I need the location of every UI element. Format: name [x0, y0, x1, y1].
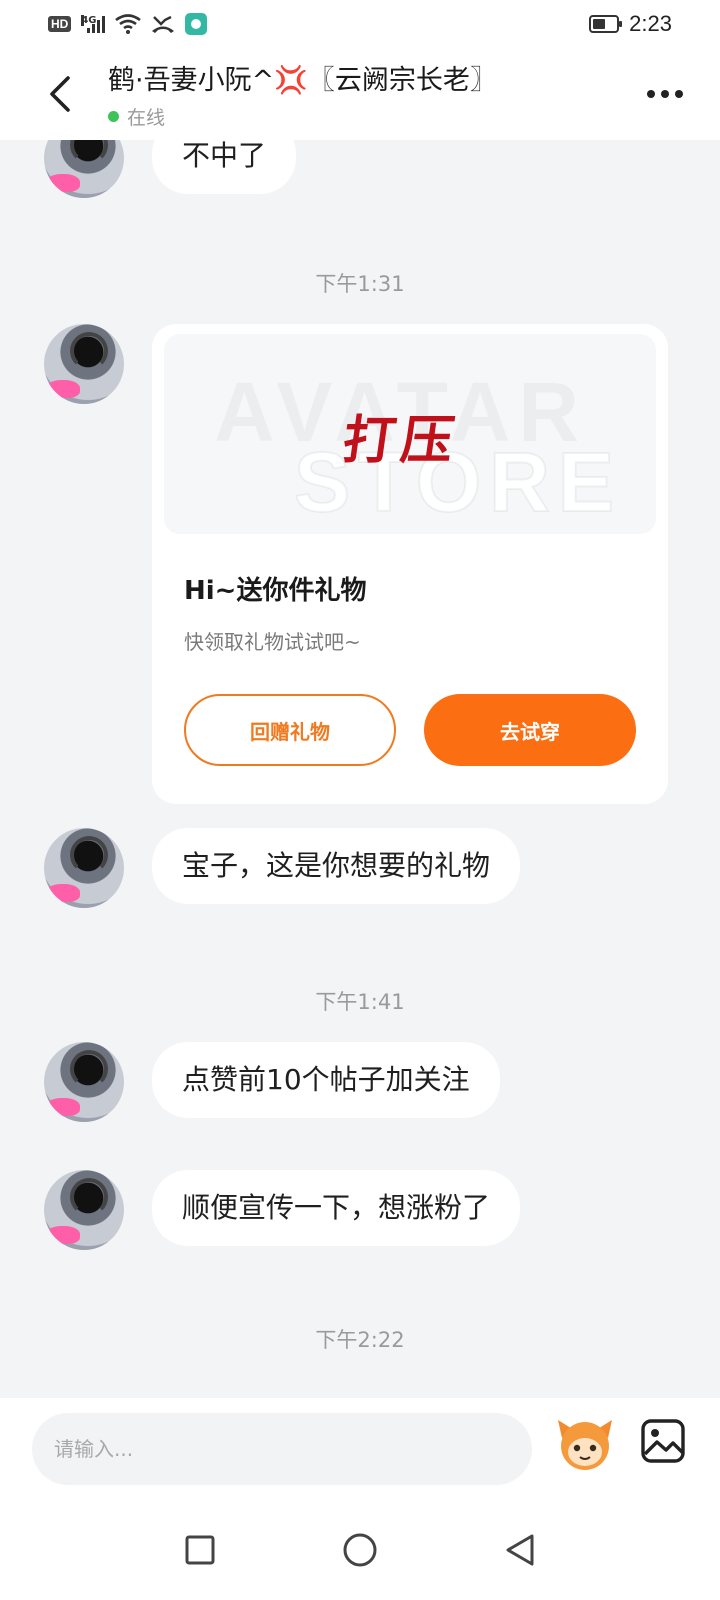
- chat-messages[interactable]: 不中了 下午1:31 AVATAR STORE 打压 Hi~送你件礼物 快领取礼…: [0, 140, 720, 1398]
- circle-icon: [343, 1533, 377, 1567]
- status-time: 2:23: [629, 11, 672, 36]
- message-input[interactable]: [32, 1413, 532, 1485]
- status-left: HD 4G: [48, 13, 208, 35]
- gift-preview: AVATAR STORE 打压: [164, 334, 656, 534]
- status-bar: HD 4G 2:23: [0, 0, 720, 48]
- message-bubble[interactable]: 点赞前10个帖子加关注: [152, 1042, 500, 1118]
- timestamp: 下午2:22: [315, 1328, 405, 1352]
- home-button[interactable]: [340, 1530, 380, 1570]
- contact-info[interactable]: 鹤·吾妻小阮^💢〖云阙宗长老〗 在线: [108, 58, 630, 130]
- message-bubble[interactable]: 顺便宣传一下，想涨粉了: [152, 1170, 521, 1246]
- gift-item-text: 打压: [339, 410, 464, 471]
- timestamp: 下午1:41: [315, 990, 405, 1014]
- message-row: 宝子，这是你想要的礼物: [44, 828, 521, 908]
- online-dot-icon: [108, 111, 119, 122]
- back-arrow-icon: [50, 76, 70, 112]
- online-status: 在线: [127, 107, 166, 129]
- avatar[interactable]: [44, 1042, 124, 1122]
- network-type: 4G: [81, 15, 97, 26]
- avatar[interactable]: [44, 828, 124, 908]
- emoji-button[interactable]: [554, 1412, 616, 1474]
- return-gift-button[interactable]: 回赠礼物: [184, 694, 396, 766]
- more-dot-icon: [675, 90, 683, 98]
- avatar[interactable]: [44, 140, 124, 198]
- status-right: 2:23: [589, 11, 672, 37]
- signal-icon: 4G: [81, 15, 106, 33]
- chat-header: 鹤·吾妻小阮^💢〖云阙宗长老〗 在线: [0, 48, 720, 140]
- contact-name: 鹤·吾妻小阮^💢〖云阙宗长老〗: [108, 65, 497, 96]
- image-icon: [641, 1419, 685, 1463]
- message-bubble[interactable]: 不中了: [152, 140, 297, 194]
- message-bubble[interactable]: 宝子，这是你想要的礼物: [152, 828, 521, 904]
- avatar-frame-icon: [46, 174, 80, 192]
- avatar-frame-icon: [46, 1226, 80, 1244]
- hd-badge: HD: [48, 16, 72, 32]
- gift-subtitle: 快领取礼物试试吧~: [184, 630, 361, 654]
- recents-button[interactable]: [180, 1530, 220, 1570]
- message-row: 点赞前10个帖子加关注: [44, 1042, 500, 1122]
- missed-call-icon: [152, 15, 175, 33]
- more-dot-icon: [647, 90, 655, 98]
- try-on-button[interactable]: 去试穿: [424, 694, 636, 766]
- back-button[interactable]: [30, 59, 90, 129]
- gift-card[interactable]: AVATAR STORE 打压 Hi~送你件礼物 快领取礼物试试吧~ 回赠礼物 …: [152, 324, 668, 804]
- message-row: 顺便宣传一下，想涨粉了: [44, 1170, 521, 1250]
- battery-icon: [589, 15, 623, 33]
- input-bar: [0, 1398, 720, 1500]
- more-dot-icon: [661, 90, 669, 98]
- mascot-emoji-icon: [558, 1420, 612, 1470]
- gift-title: Hi~送你件礼物: [184, 576, 367, 606]
- image-button[interactable]: [640, 1418, 686, 1464]
- avatar-frame-icon: [46, 1098, 80, 1116]
- avatar[interactable]: [44, 324, 124, 404]
- battery-fill: [593, 19, 606, 29]
- avatar[interactable]: [44, 1170, 124, 1250]
- triangle-back-icon: [506, 1534, 534, 1566]
- more-options-button[interactable]: [630, 59, 700, 129]
- square-icon: [185, 1535, 215, 1565]
- avatar-frame-icon: [46, 884, 80, 902]
- online-status-row: 在线: [108, 103, 630, 130]
- app-notification-icon: [185, 13, 208, 35]
- system-nav-bar: [0, 1500, 720, 1600]
- message-row: AVATAR STORE 打压 Hi~送你件礼物 快领取礼物试试吧~ 回赠礼物 …: [44, 324, 668, 804]
- avatar-frame-icon: [46, 380, 80, 398]
- back-nav-button[interactable]: [500, 1530, 540, 1570]
- message-row: 不中了: [44, 140, 297, 198]
- timestamp: 下午1:31: [315, 272, 405, 296]
- wifi-icon: [115, 14, 142, 34]
